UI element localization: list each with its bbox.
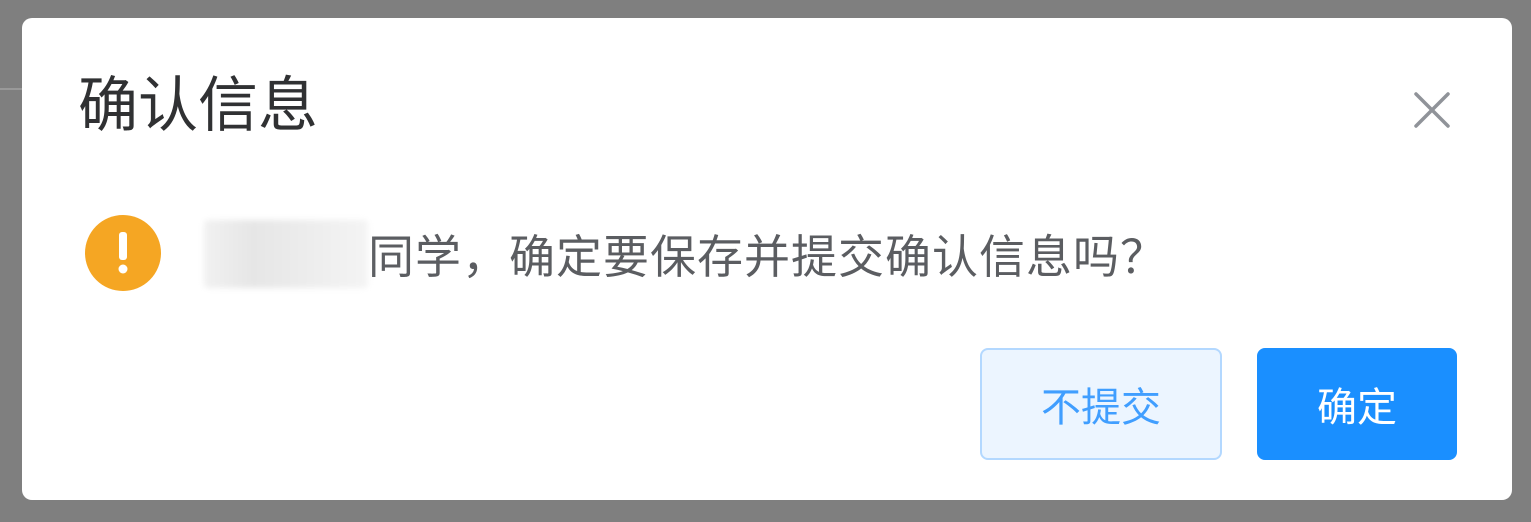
confirm-dialog: 确认信息 同学，确定要保存并提交确认信息吗？ 不提交 确定 — [22, 18, 1512, 500]
background-divider — [0, 88, 22, 90]
dialog-message: 同学，确定要保存并提交确认信息吗？ — [204, 218, 1167, 290]
confirm-button[interactable]: 确定 — [1257, 348, 1457, 460]
cancel-button[interactable]: 不提交 — [980, 348, 1222, 460]
close-button[interactable] — [1410, 88, 1454, 132]
close-icon — [1414, 92, 1450, 128]
dialog-title: 确认信息 — [78, 71, 318, 141]
warning-icon — [85, 215, 161, 291]
redacted-student-name — [204, 220, 368, 288]
message-text: 同学，确定要保存并提交确认信息吗？ — [368, 230, 1167, 284]
